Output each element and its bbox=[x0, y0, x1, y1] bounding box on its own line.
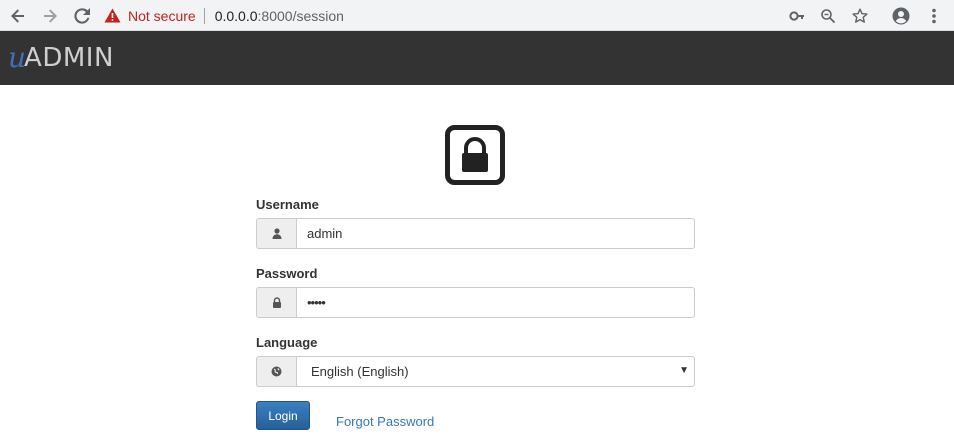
forgot-password-link[interactable]: Forgot Password bbox=[336, 414, 434, 429]
url-separator bbox=[203, 7, 205, 24]
password-label: Password bbox=[256, 266, 318, 281]
menu-icon[interactable] bbox=[924, 6, 944, 26]
not-secure-label[interactable]: Not secure bbox=[128, 8, 196, 24]
back-icon[interactable] bbox=[8, 6, 28, 26]
form-actions: Login Forgot Password bbox=[256, 401, 695, 430]
logo-admin: ADMIN bbox=[24, 43, 114, 73]
language-select[interactable]: English (English) ▼ bbox=[296, 356, 695, 387]
language-group: English (English) ▼ bbox=[256, 356, 695, 387]
user-icon bbox=[256, 218, 296, 249]
url-text[interactable]: 0.0.0.0:8000/session bbox=[215, 8, 344, 24]
zoom-icon[interactable] bbox=[818, 6, 838, 26]
password-group: ••••• bbox=[256, 287, 695, 318]
browser-toolbar: Not secure 0.0.0.0:8000/session bbox=[0, 0, 954, 31]
forward-icon[interactable] bbox=[40, 6, 60, 26]
globe-icon bbox=[256, 356, 296, 387]
key-icon[interactable] bbox=[787, 6, 807, 26]
warning-icon[interactable] bbox=[104, 8, 121, 23]
reload-icon[interactable] bbox=[72, 6, 92, 26]
url-host: 0.0.0.0 bbox=[214, 7, 258, 24]
account-icon[interactable] bbox=[891, 6, 911, 26]
logo-u: u bbox=[8, 41, 26, 74]
star-icon[interactable] bbox=[850, 6, 870, 26]
address-bar[interactable]: Not secure 0.0.0.0:8000/session bbox=[104, 0, 344, 31]
uadmin-logo[interactable]: u ADMIN bbox=[8, 41, 114, 74]
url-path: :8000/session bbox=[257, 7, 344, 24]
lock-icon bbox=[445, 125, 505, 185]
login-form: Username admin Password ••••• Language E… bbox=[256, 196, 695, 430]
language-label: Language bbox=[256, 335, 318, 350]
password-input[interactable]: ••••• bbox=[296, 287, 695, 318]
username-input[interactable]: admin bbox=[296, 218, 695, 249]
username-group: admin bbox=[256, 218, 695, 249]
username-label: Username bbox=[256, 197, 319, 212]
login-button[interactable]: Login bbox=[256, 401, 310, 430]
dropdown-caret-icon: ▼ bbox=[679, 365, 689, 376]
language-selected-value: English (English) bbox=[311, 364, 409, 379]
app-navbar: u ADMIN bbox=[0, 31, 954, 85]
small-lock-icon bbox=[256, 287, 296, 318]
